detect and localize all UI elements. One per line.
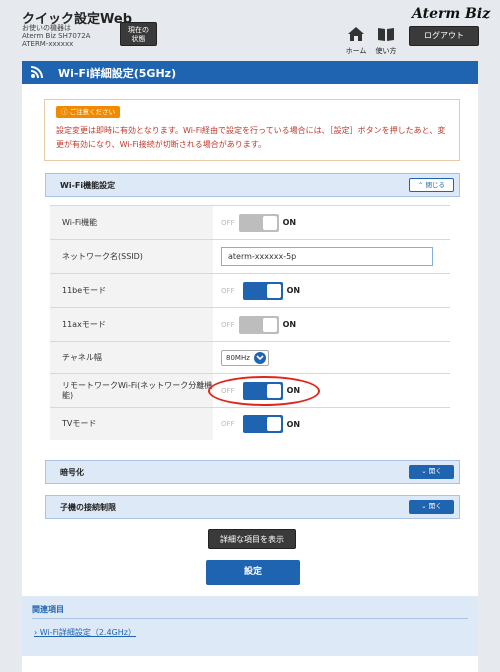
row-label: ネットワーク名(SSID) (50, 240, 213, 273)
row-label: Wi-Fi機能 (50, 206, 213, 239)
row-label: リモートワークWi-Fi(ネットワーク分離機能) (50, 374, 213, 407)
related-items (22, 596, 478, 656)
section-title: 子機の接続制限 (60, 503, 116, 512)
off-label: OFF (221, 320, 235, 329)
11ax-mode-toggle[interactable]: OFF ON (221, 315, 297, 334)
notice-text: 設定変更は即時に有効となります。Wi-Fi経由で設定を行っている場合には、［設定… (56, 126, 446, 149)
ssid-input[interactable] (221, 247, 433, 266)
status-button-line2: 状態 (131, 35, 146, 43)
show-details-button[interactable]: 詳細な項目を表示 (208, 529, 296, 549)
section-encryption: 暗号化 ⌄ 開く (45, 460, 460, 484)
off-label: OFF (221, 286, 235, 295)
home-icon (348, 27, 364, 41)
row-11be-mode: 11beモード OFF ON (50, 273, 450, 307)
wifi-function-toggle[interactable]: OFF ON (221, 213, 297, 232)
off-label: OFF (221, 218, 235, 227)
expand-button[interactable]: ⌄ 開く (409, 500, 454, 514)
notice-tag-label: ご注意ください (69, 108, 116, 116)
on-label: ON (286, 419, 301, 429)
page-title: Wi-Fi詳細設定(5GHz) (58, 67, 177, 80)
notice-tag: ⓘ ご注意ください (56, 106, 121, 118)
expand-button[interactable]: ⌄ 開く (409, 465, 454, 479)
row-channel-width: チャネル幅 80MHz (50, 341, 450, 373)
collapse-button[interactable]: ⌃ 閉じる (409, 178, 454, 192)
row-label: 11axモード (50, 308, 213, 341)
home-button[interactable]: ホーム (344, 26, 368, 55)
expand-label: 開く (428, 467, 442, 475)
row-11ax-mode: 11axモード OFF ON (50, 307, 450, 341)
off-label: OFF (221, 420, 235, 428)
section-wifi-function: Wi-Fi機能設定 ⌃ 閉じる (45, 173, 460, 197)
save-button[interactable]: 設定 (206, 560, 300, 585)
book-icon (378, 28, 394, 41)
section-title: Wi-Fi機能設定 (60, 181, 116, 190)
logout-button[interactable]: ログアウト (409, 26, 479, 46)
row-label: TVモード (50, 408, 213, 440)
related-title: 関連項目 (32, 605, 64, 614)
on-label: ON (282, 320, 297, 329)
manual-button[interactable]: 使い方 (374, 26, 398, 55)
on-label: ON (286, 286, 301, 295)
aterm-biz-logo: Aterm Biz (412, 6, 491, 22)
11be-mode-toggle[interactable]: OFF ON (221, 281, 301, 300)
row-label: 11beモード (50, 274, 213, 307)
on-label: ON (282, 218, 297, 227)
chevron-down-icon: ⌄ (421, 467, 429, 475)
chevron-up-icon: ⌃ (417, 181, 426, 189)
section-client-limit: 子機の接続制限 ⌄ 開く (45, 495, 460, 519)
channel-width-select[interactable]: 80MHz (221, 349, 269, 366)
related-link-2-4ghz[interactable]: › Wi-Fi詳細設定（2.4GHz） (34, 627, 136, 638)
wifi-icon (30, 66, 43, 79)
collapse-label: 閉じる (425, 181, 446, 189)
tv-mode-toggle[interactable]: OFF ON (221, 415, 300, 433)
channel-width-value: 80MHz (226, 353, 250, 362)
page-title-bar: Wi-Fi詳細設定(5GHz) (22, 61, 478, 84)
row-label: チャネル幅 (50, 342, 213, 373)
expand-label: 開く (428, 502, 442, 510)
related-link-label: Wi-Fi詳細設定（2.4GHz） (39, 628, 136, 637)
row-ssid: ネットワーク名(SSID) (50, 239, 450, 273)
divider (32, 618, 468, 619)
chevron-down-icon: ⌄ (421, 502, 429, 510)
alert-icon: ⓘ (61, 108, 70, 116)
current-status-button[interactable]: 現在の 状態 (120, 22, 157, 46)
manual-label: 使い方 (375, 47, 397, 55)
section-title: 暗号化 (60, 468, 84, 477)
row-wifi-function: Wi-Fi機能 OFF ON (50, 205, 450, 239)
status-button-line1: 現在の (128, 26, 149, 34)
highlight-circle (208, 376, 320, 406)
row-tv-mode: TVモード OFF ON (50, 407, 450, 440)
home-label: ホーム (345, 47, 367, 55)
device-id: ATERM-xxxxxx (22, 40, 74, 48)
chevron-down-icon (253, 351, 266, 364)
